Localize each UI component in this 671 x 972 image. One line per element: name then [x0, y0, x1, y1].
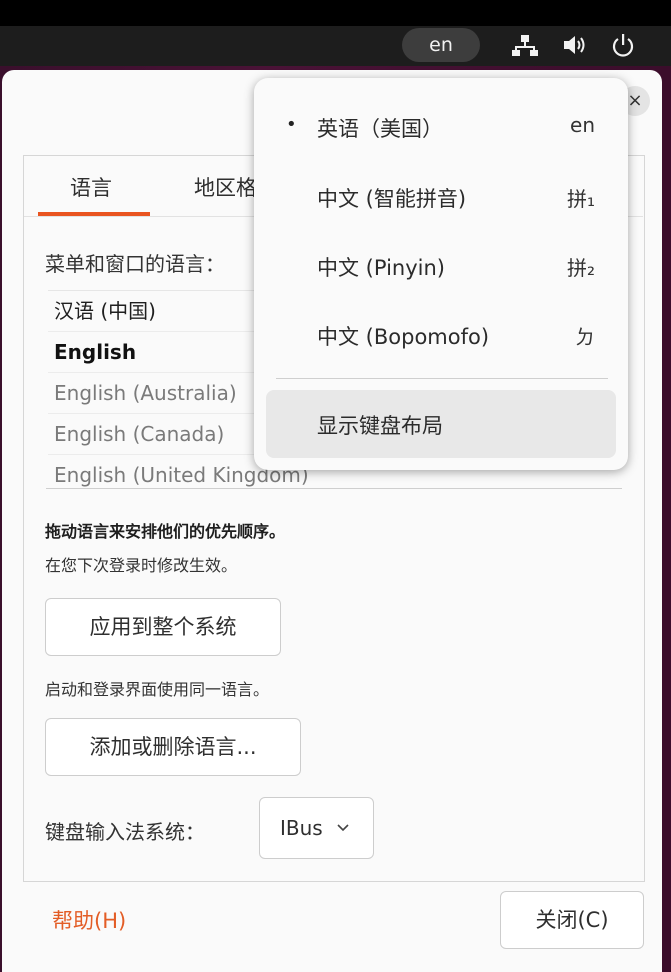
chevron-down-icon [337, 824, 349, 832]
menu-item-label: 中文 (Pinyin) [317, 256, 445, 280]
keyboard-input-label: 键盘输入法系统： [45, 820, 205, 844]
network-icon[interactable] [512, 32, 538, 58]
startup-hint: 启动和登录界面使用同一语言。 [45, 680, 270, 699]
add-remove-languages-button[interactable]: 添加或删除语言... [45, 718, 301, 776]
next-login-hint: 在您下次登录时修改生效。 [45, 556, 238, 575]
help-button[interactable]: 帮助(H) [52, 905, 126, 935]
menu-item-english-us[interactable]: • 英语（美国） en [254, 96, 628, 160]
volume-icon[interactable] [561, 32, 587, 58]
apply-system-wide-button[interactable]: 应用到整个系统 [45, 598, 281, 656]
menu-item-smart-pinyin[interactable]: 中文 (智能拼音) 拼₁ [254, 166, 628, 230]
menu-item-key: ㄉ [575, 325, 595, 349]
menu-item-label: 显示键盘布局 [317, 414, 443, 438]
menu-item-key: en [570, 113, 595, 137]
menu-item-label: 英语（美国） [317, 117, 443, 141]
menu-separator [276, 378, 608, 379]
input-source-menu: • 英语（美国） en 中文 (智能拼音) 拼₁ 中文 (Pinyin) 拼₂ … [254, 78, 628, 470]
drag-hint: 拖动语言来安排他们的优先顺序。 [45, 522, 286, 541]
keyboard-input-select[interactable]: IBus [259, 797, 374, 859]
close-button[interactable]: 关闭(C) [500, 891, 644, 949]
menu-item-pinyin[interactable]: 中文 (Pinyin) 拼₂ [254, 235, 628, 299]
power-icon[interactable] [610, 32, 636, 58]
menu-language-label: 菜单和窗口的语言： [45, 252, 225, 276]
input-source-indicator[interactable]: en [402, 28, 480, 62]
menu-item-bopomofo[interactable]: 中文 (Bopomofo) ㄉ [254, 304, 628, 368]
keyboard-input-value: IBus [280, 816, 323, 840]
list-divider [46, 488, 622, 489]
menu-item-key: 拼₂ [566, 256, 595, 280]
menu-item-label: 中文 (智能拼音) [317, 187, 467, 211]
menu-item-show-keyboard-layout[interactable]: 显示键盘布局 [266, 390, 616, 458]
menu-item-label: 中文 (Bopomofo) [317, 325, 490, 349]
menu-item-key: 拼₁ [566, 187, 595, 211]
screen-top-edge [0, 0, 671, 26]
selected-bullet: • [286, 114, 297, 135]
tab-language[interactable]: 语言 [70, 172, 112, 202]
